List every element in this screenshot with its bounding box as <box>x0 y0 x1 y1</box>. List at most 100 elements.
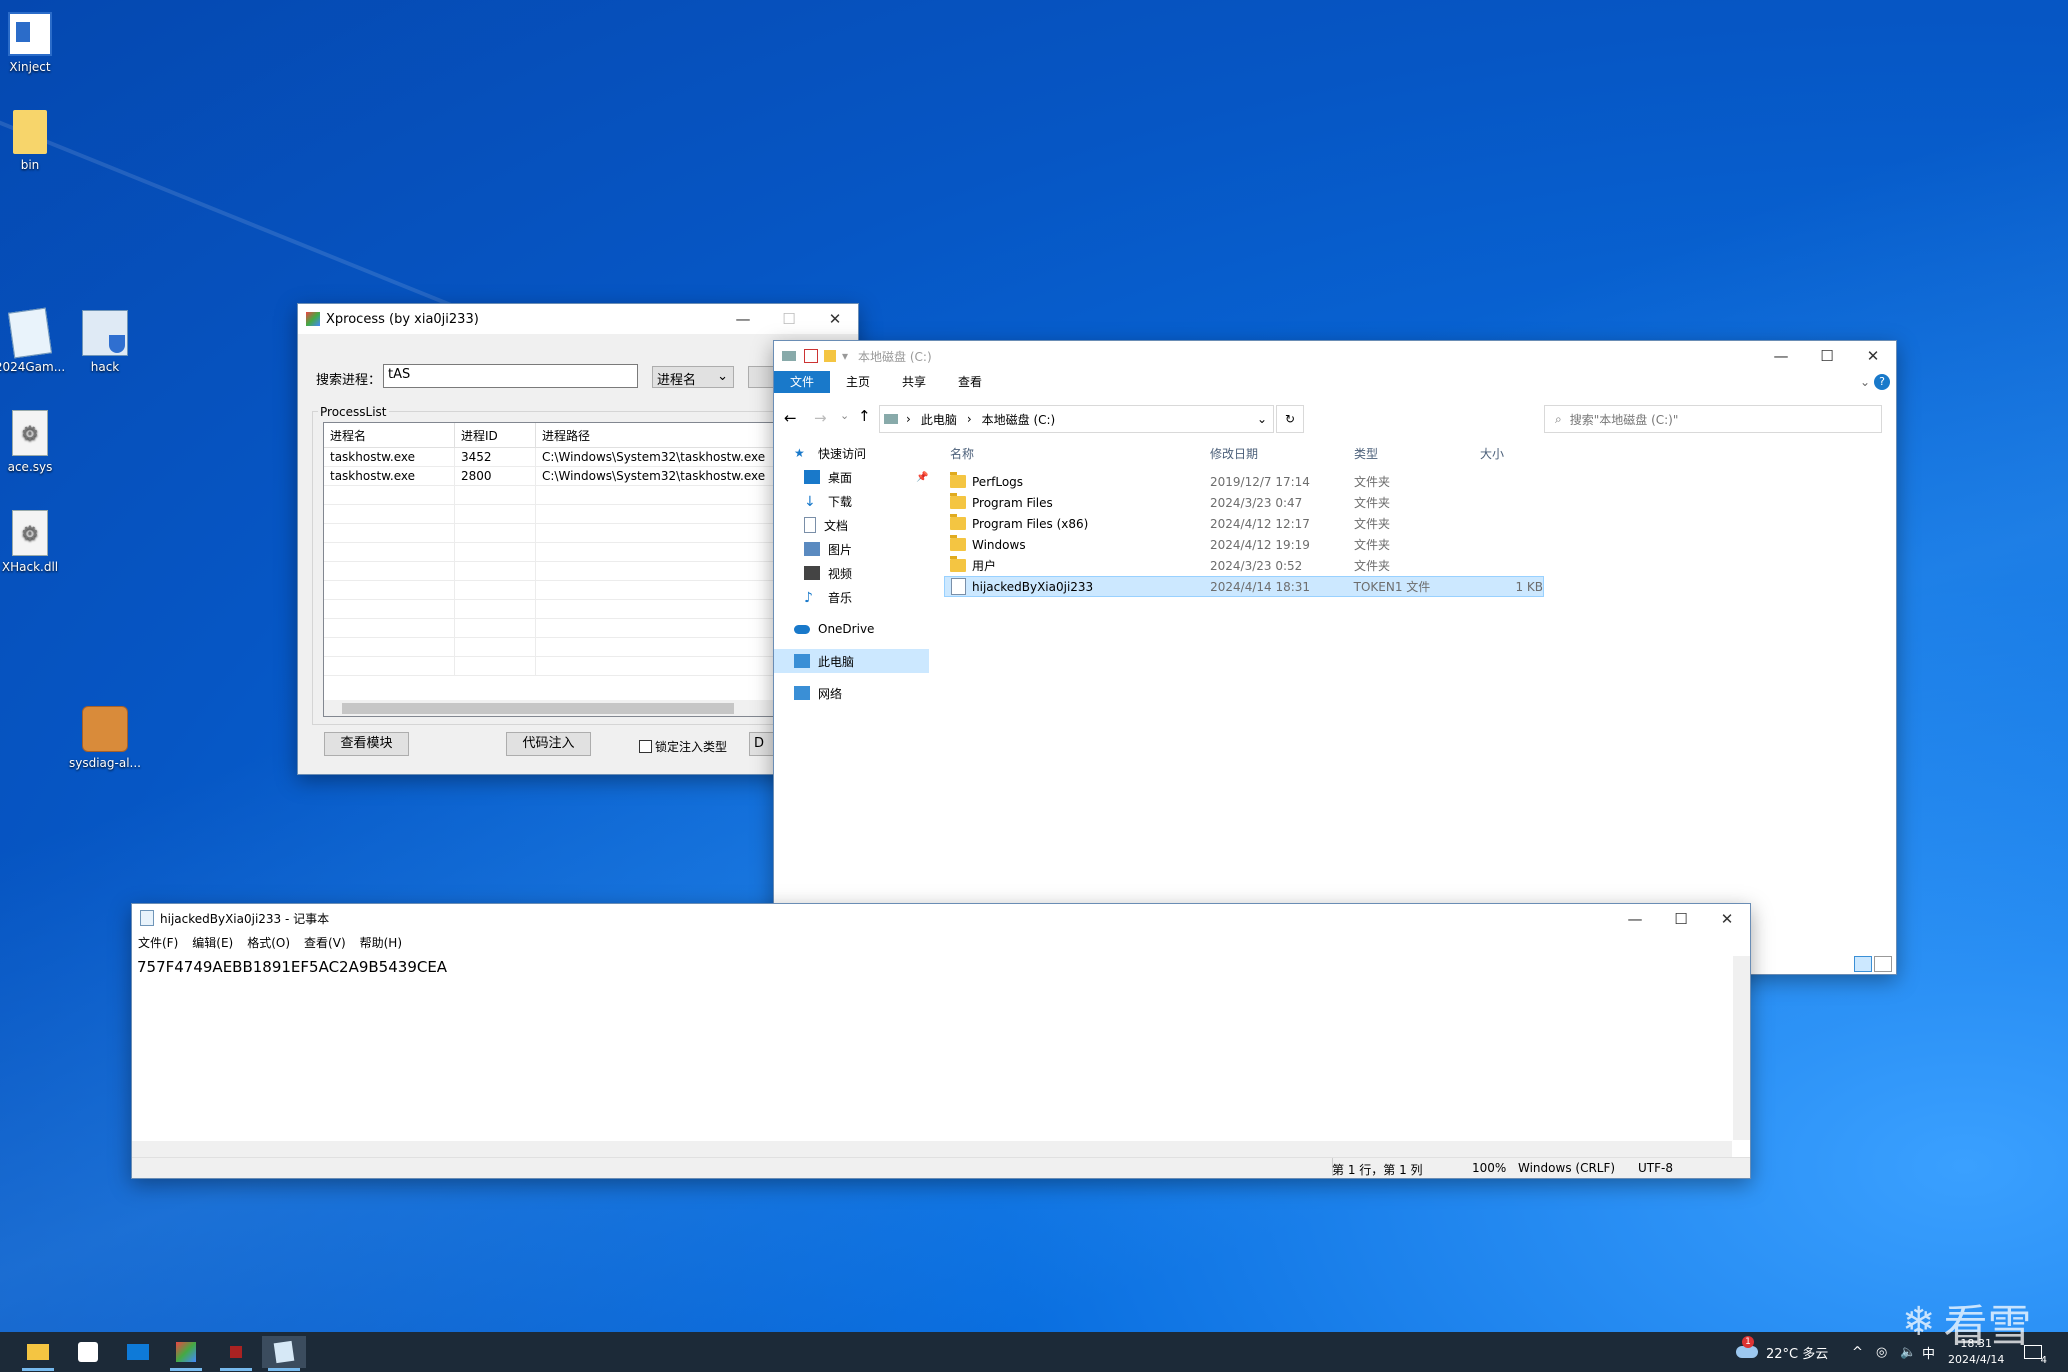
file-row[interactable]: Program Files 2024/3/23 0:47 文件夹 <box>944 492 1896 513</box>
minimize-button[interactable]: — <box>720 304 766 334</box>
column-process-name[interactable]: 进程名 <box>324 423 455 448</box>
column-date[interactable]: 修改日期 <box>1210 445 1354 462</box>
properties-icon[interactable] <box>804 349 818 363</box>
column-size[interactable]: 大小 <box>1474 445 1550 462</box>
tab-view[interactable]: 查看 <box>942 371 998 393</box>
menu-format[interactable]: 格式(O) <box>247 934 290 951</box>
nav-documents[interactable]: 文档 <box>774 513 929 537</box>
menu-help[interactable]: 帮助(H) <box>360 934 402 951</box>
app-icon <box>230 1346 242 1358</box>
watermark: ❄ 看雪 <box>1902 1299 2032 1352</box>
new-folder-icon[interactable] <box>824 350 836 362</box>
store-icon <box>78 1342 98 1362</box>
folder-icon <box>13 110 47 154</box>
nav-downloads[interactable]: ↓ 下载 <box>774 489 929 513</box>
search-mode-select[interactable]: 进程名 ⌄ <box>652 366 734 388</box>
file-row[interactable]: Program Files (x86) 2024/4/12 12:17 文件夹 <box>944 513 1896 534</box>
desktop-icon-sysdiag[interactable]: sysdiag-al... <box>60 706 150 770</box>
menu-view[interactable]: 查看(V) <box>304 934 346 951</box>
xprocess-titlebar[interactable]: Xprocess (by xia0ji233) — ☐ ✕ <box>298 304 858 334</box>
table-row[interactable]: taskhostw.exe 3452 C:\Windows\System32\t… <box>324 447 849 467</box>
folder-icon <box>950 493 966 509</box>
table-row[interactable]: taskhostw.exe 2800 C:\Windows\System32\t… <box>324 466 849 486</box>
recent-locations-icon[interactable]: ⌄ <box>840 409 849 422</box>
desktop-icon-xhack-dll[interactable]: ⚙ XHack.dll <box>0 510 75 574</box>
text-editor[interactable]: 757F4749AEBB1891EF5AC2A9B5439CEA <box>134 956 1732 1140</box>
tab-file[interactable]: 文件 <box>774 371 831 393</box>
explorer-titlebar[interactable]: ▾ 本地磁盘 (C:) — ☐ ✕ <box>774 341 1896 371</box>
refresh-button[interactable]: ↻ <box>1276 405 1304 433</box>
file-row[interactable]: Windows 2024/4/12 19:19 文件夹 <box>944 534 1896 555</box>
breadcrumb-this-pc[interactable]: 此电脑 <box>921 411 957 428</box>
notepad-titlebar[interactable]: hijackedByXia0ji233 - 记事本 — ☐ ✕ <box>132 904 1750 932</box>
expand-ribbon-icon[interactable]: ⌄ <box>1860 375 1870 389</box>
nav-videos[interactable]: 视频 <box>774 561 929 585</box>
status-encoding: UTF-8 <box>1638 1161 1673 1175</box>
lock-inject-type-checkbox[interactable]: 锁定注入类型 <box>639 738 727 755</box>
nav-music[interactable]: ♪ 音乐 <box>774 585 929 609</box>
maximize-button[interactable]: ☐ <box>766 304 812 334</box>
nav-desktop[interactable]: 桌面 📌 <box>774 465 929 489</box>
desktop-icon-ace-sys[interactable]: ⚙ ace.sys <box>0 410 75 474</box>
address-dropdown-icon[interactable]: ⌄ <box>1257 412 1267 426</box>
column-name[interactable]: 名称 <box>944 445 1210 462</box>
weather-widget[interactable]: 1 22°C 多云 <box>1736 1332 1828 1372</box>
notepad-icon <box>273 1340 295 1364</box>
taskbar-app[interactable] <box>214 1336 258 1371</box>
up-icon[interactable]: ↑ <box>858 407 871 425</box>
details-view-icon[interactable] <box>1854 956 1872 972</box>
nav-quick-access[interactable]: ★ 快速访问 <box>774 441 929 465</box>
menu-edit[interactable]: 编辑(E) <box>192 934 233 951</box>
tab-home[interactable]: 主页 <box>830 371 886 393</box>
taskbar-file-explorer[interactable] <box>16 1336 60 1371</box>
back-icon[interactable]: ← <box>784 409 797 427</box>
nav-network[interactable]: 网络 <box>774 681 929 705</box>
ribbon-tabs: 文件 主页 共享 查看 ⌄ ? <box>774 371 1896 393</box>
navigation-pane: ★ 快速访问 桌面 📌 ↓ 下载 文档 图片 视频 ♪ 音乐 OneDrive 此电脑 … <box>774 441 929 705</box>
taskbar-xprocess[interactable] <box>164 1336 208 1371</box>
tab-share[interactable]: 共享 <box>886 371 942 393</box>
show-hidden-icons-button[interactable]: ^ <box>1852 1332 1863 1372</box>
taskbar-mail[interactable] <box>116 1336 160 1368</box>
snowflake-icon: ❄ <box>1902 1299 1936 1345</box>
music-icon: ♪ <box>804 590 813 606</box>
file-row-selected[interactable]: hijackedByXia0ji233 2024/4/14 18:31 TOKE… <box>944 576 1544 597</box>
maximize-button[interactable]: ☐ <box>1658 904 1704 934</box>
breadcrumb-c-drive[interactable]: 本地磁盘 (C:) <box>982 411 1056 428</box>
menu-file[interactable]: 文件(F) <box>138 934 178 951</box>
address-bar[interactable]: › 此电脑 › 本地磁盘 (C:) ⌄ <box>879 405 1274 433</box>
horizontal-scrollbar[interactable] <box>132 1141 1732 1158</box>
installer-icon <box>82 706 128 752</box>
close-button[interactable]: ✕ <box>1850 341 1896 371</box>
close-button[interactable]: ✕ <box>812 304 858 334</box>
taskbar-store[interactable] <box>66 1336 110 1368</box>
column-type[interactable]: 类型 <box>1354 445 1474 462</box>
desktop-icon-bin[interactable]: bin <box>0 110 75 172</box>
minimize-button[interactable]: — <box>1612 904 1658 934</box>
search-box[interactable]: ⌕ 搜索"本地磁盘 (C:)" <box>1544 405 1882 433</box>
vertical-scrollbar[interactable] <box>1733 956 1750 1140</box>
taskbar-notepad[interactable] <box>262 1336 306 1371</box>
forward-icon[interactable]: → <box>814 409 827 427</box>
scrollbar-thumb[interactable] <box>342 703 734 714</box>
maximize-button[interactable]: ☐ <box>1804 341 1850 371</box>
view-modules-button[interactable]: 查看模块 <box>324 732 409 756</box>
network-icon[interactable]: ◎ <box>1876 1332 1887 1372</box>
large-icons-view-icon[interactable] <box>1874 956 1892 972</box>
column-process-id[interactable]: 进程ID <box>454 423 536 448</box>
code-inject-button[interactable]: 代码注入 <box>506 732 591 756</box>
quick-access-dropdown-icon[interactable]: ▾ <box>842 349 848 363</box>
help-icon[interactable]: ? <box>1874 374 1890 390</box>
menu-bar: 文件(F) 编辑(E) 格式(O) 查看(V) 帮助(H) <box>132 932 1750 952</box>
close-button[interactable]: ✕ <box>1704 904 1750 934</box>
process-search-input[interactable]: tAS <box>383 364 638 388</box>
minimize-button[interactable]: — <box>1758 341 1804 371</box>
nav-pictures[interactable]: 图片 <box>774 537 929 561</box>
nav-this-pc[interactable]: 此电脑 <box>774 649 929 673</box>
file-row[interactable]: PerfLogs 2019/12/7 17:14 文件夹 <box>944 471 1896 492</box>
file-row[interactable]: 用户 2024/3/23 0:52 文件夹 <box>944 555 1896 576</box>
desktop-icon-hack[interactable]: hack <box>60 310 150 374</box>
desktop-icon-xinject[interactable]: Xinject <box>0 12 75 74</box>
video-icon <box>804 566 820 580</box>
nav-onedrive[interactable]: OneDrive <box>774 617 929 641</box>
